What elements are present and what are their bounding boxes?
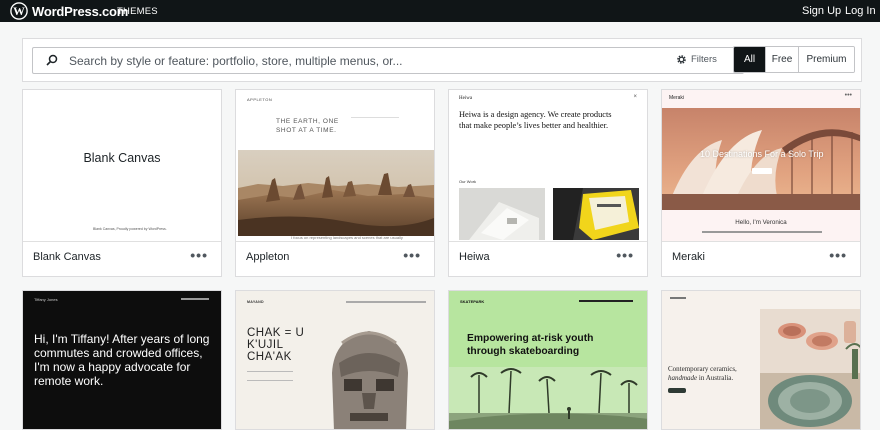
theme-preview[interactable]: Meraki ••• 10 Destinations For a Solo Tr… bbox=[662, 90, 860, 242]
preview-nav: Meraki bbox=[669, 95, 685, 101]
preview-caption: I focus on representing landscapes and s… bbox=[291, 235, 403, 240]
preview-text-block bbox=[351, 117, 399, 131]
preview-nav: Tiffany Jones bbox=[34, 297, 58, 302]
preview-headline: Heiwa is a design agency. We create prod… bbox=[459, 110, 612, 130]
theme-preview[interactable]: SKATEPARK Empowering at-risk youth throu… bbox=[449, 291, 647, 429]
search-input[interactable] bbox=[69, 52, 669, 70]
desert-landscape-photo bbox=[238, 150, 434, 236]
preview-nav: MAYAND bbox=[247, 300, 264, 304]
theme-card-ceramics[interactable]: Contemporary ceramics, handmade in Austr… bbox=[661, 290, 861, 430]
preview-headline: Hi, I'm Tiffany! After years of long com… bbox=[34, 332, 210, 388]
theme-name[interactable]: Blank Canvas bbox=[33, 251, 101, 263]
preview-headline: THE EARTH, ONE SHOT AT A TIME. bbox=[276, 118, 339, 134]
theme-card-meraki[interactable]: Meraki ••• 10 Destinations For a Solo Tr… bbox=[661, 89, 861, 277]
theme-card-blank-canvas[interactable]: Blank Canvas Blank Canvas, Proudly power… bbox=[22, 89, 222, 277]
theme-card-heiwa[interactable]: Heiwa × Heiwa is a design agency. We cre… bbox=[448, 89, 648, 277]
preview-nav: SKATEPARK bbox=[460, 299, 485, 304]
preview-footer: Blank Canvas, Proudly powered by WordPre… bbox=[93, 227, 167, 231]
stone-sculpture-photo bbox=[332, 331, 408, 429]
work-image-right bbox=[553, 188, 639, 240]
theme-search-panel: Filters All Free Premium bbox=[22, 38, 862, 82]
more-options-icon[interactable]: ••• bbox=[616, 247, 634, 263]
theme-card-mayand[interactable]: MAYAND CHAK = U K'UJIL CHA'AK bbox=[235, 290, 435, 430]
preview-nav-links bbox=[181, 298, 209, 300]
headline-end: in Australia. bbox=[697, 374, 734, 382]
preview-nav-links bbox=[579, 300, 633, 302]
preview-headline: 10 Destinations For a Solo Trip bbox=[700, 149, 824, 159]
shop-button bbox=[668, 388, 686, 393]
more-options-icon[interactable]: ••• bbox=[829, 247, 847, 263]
theme-preview[interactable]: Tiffany Jones Hi, I'm Tiffany! After yea… bbox=[23, 291, 221, 429]
signup-link[interactable]: Sign Up bbox=[802, 5, 841, 17]
ceramics-photo bbox=[760, 309, 860, 429]
preview-headline: CHAK = U K'UJIL CHA'AK bbox=[247, 327, 305, 363]
menu-icon: ••• bbox=[844, 92, 852, 99]
read-more-button bbox=[752, 168, 772, 174]
search-box[interactable]: Filters bbox=[32, 47, 744, 74]
theme-name[interactable]: Appleton bbox=[246, 251, 289, 263]
preview-hello: Hello, I'm Veronica bbox=[735, 219, 787, 226]
more-options-icon[interactable]: ••• bbox=[190, 247, 208, 263]
preview-title: Blank Canvas bbox=[83, 151, 161, 165]
preview-intro-text bbox=[702, 231, 822, 233]
skatepark-photo bbox=[449, 367, 647, 429]
theme-preview[interactable]: Contemporary ceramics, handmade in Austr… bbox=[662, 291, 860, 429]
preview-nav-links bbox=[346, 301, 426, 303]
theme-preview[interactable]: APPLETON THE EARTH, ONE SHOT AT A TIME. bbox=[236, 90, 434, 242]
theme-card-appleton[interactable]: APPLETON THE EARTH, ONE SHOT AT A TIME. bbox=[235, 89, 435, 277]
gear-icon bbox=[677, 55, 686, 64]
more-options-icon[interactable]: ••• bbox=[403, 247, 421, 263]
headline-plain: Contemporary ceramics, bbox=[668, 365, 737, 373]
preview-nav-bar bbox=[670, 297, 686, 299]
theme-preview[interactable]: MAYAND CHAK = U K'UJIL CHA'AK bbox=[236, 291, 434, 429]
work-image-left bbox=[459, 188, 545, 240]
login-link[interactable]: Log In bbox=[845, 5, 876, 17]
filters-label: Filters bbox=[691, 54, 717, 65]
close-icon: × bbox=[633, 94, 637, 100]
search-icon[interactable] bbox=[46, 54, 58, 66]
tab-all[interactable]: All bbox=[734, 47, 765, 72]
theme-preview[interactable]: Heiwa × Heiwa is a design agency. We cre… bbox=[449, 90, 647, 242]
preview-headline: Empowering at-risk youth through skatebo… bbox=[467, 333, 594, 357]
tier-filter-tabs: All Free Premium bbox=[733, 46, 855, 73]
svg-text:W: W bbox=[13, 5, 25, 18]
theme-name[interactable]: Heiwa bbox=[459, 251, 490, 263]
preview-body-text bbox=[247, 371, 293, 381]
tab-premium[interactable]: Premium bbox=[798, 47, 854, 72]
brand-name[interactable]: WordPress.com bbox=[32, 4, 128, 19]
filters-button[interactable]: Filters bbox=[676, 54, 717, 65]
brand-section: THEMES bbox=[117, 6, 158, 17]
opera-house-photo bbox=[662, 108, 860, 210]
preview-section: Our Work bbox=[459, 179, 477, 184]
headline-italic: handmade bbox=[668, 374, 698, 382]
theme-name[interactable]: Meraki bbox=[672, 251, 705, 263]
preview-headline: Contemporary ceramics, handmade in Austr… bbox=[668, 365, 756, 383]
preview-nav: APPLETON bbox=[247, 97, 273, 102]
preview-nav: Heiwa bbox=[459, 96, 473, 101]
masterbar: W WordPress.com THEMES Sign Up Log In bbox=[0, 0, 880, 22]
tab-free[interactable]: Free bbox=[765, 47, 798, 72]
theme-preview[interactable]: Blank Canvas Blank Canvas, Proudly power… bbox=[23, 90, 221, 242]
wordpress-logo-icon[interactable]: W bbox=[10, 2, 28, 20]
theme-card-tiffany[interactable]: Tiffany Jones Hi, I'm Tiffany! After yea… bbox=[22, 290, 222, 430]
theme-card-skatepark[interactable]: SKATEPARK Empowering at-risk youth throu… bbox=[448, 290, 648, 430]
